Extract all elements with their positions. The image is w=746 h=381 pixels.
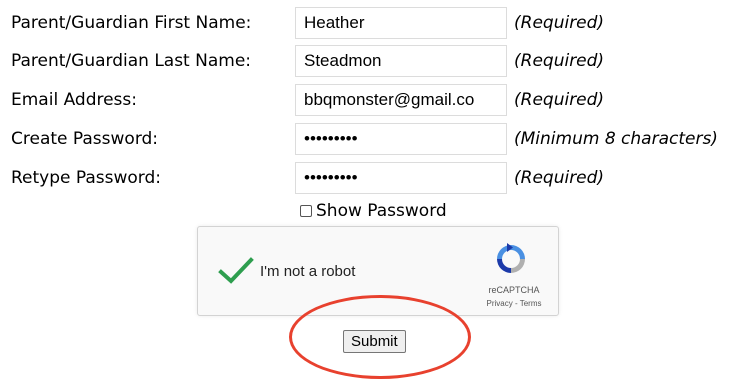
create-password-input[interactable]: ••••••••• xyxy=(295,123,507,155)
last-name-label: Parent/Guardian Last Name: xyxy=(11,51,252,71)
first-name-label: Parent/Guardian First Name: xyxy=(11,13,252,33)
email-required-note: (Required) xyxy=(514,90,605,110)
first-name-row: Parent/Guardian First Name: Heather (Req… xyxy=(0,7,746,39)
recaptcha-logo-icon xyxy=(497,243,525,273)
not-a-robot-label: I'm not a robot xyxy=(260,263,356,280)
last-name-row: Parent/Guardian Last Name: Steadmon (Req… xyxy=(0,45,746,77)
show-password-label: Show Password xyxy=(316,201,447,221)
first-name-input[interactable]: Heather xyxy=(295,7,507,39)
create-password-row: Create Password: ••••••••• (Minimum 8 ch… xyxy=(0,123,746,155)
create-password-label: Create Password: xyxy=(11,129,159,149)
retype-password-required-note: (Required) xyxy=(514,168,605,188)
retype-password-row: Retype Password: ••••••••• (Required) xyxy=(0,162,746,194)
last-name-required-note: (Required) xyxy=(514,51,605,71)
password-length-note: (Minimum 8 characters) xyxy=(514,129,718,149)
email-row: Email Address: bbqmonster@gmail.co (Requ… xyxy=(0,84,746,116)
submit-button[interactable]: Submit xyxy=(343,330,406,353)
last-name-input[interactable]: Steadmon xyxy=(295,45,507,77)
first-name-required-note: (Required) xyxy=(514,13,605,33)
email-label: Email Address: xyxy=(11,90,137,110)
show-password-toggle[interactable]: Show Password xyxy=(300,200,447,222)
email-input[interactable]: bbqmonster@gmail.co xyxy=(295,84,507,116)
recaptcha-brand: reCAPTCHA xyxy=(488,285,540,295)
recaptcha-privacy-terms-links[interactable]: Privacy - Terms xyxy=(478,299,550,308)
show-password-checkbox[interactable] xyxy=(300,205,312,217)
retype-password-label: Retype Password: xyxy=(11,168,162,188)
checkmark-icon[interactable] xyxy=(218,257,254,285)
recaptcha-widget[interactable]: I'm not a robot reCAPTCHA Privacy - Term… xyxy=(197,226,559,316)
retype-password-input[interactable]: ••••••••• xyxy=(295,162,507,194)
